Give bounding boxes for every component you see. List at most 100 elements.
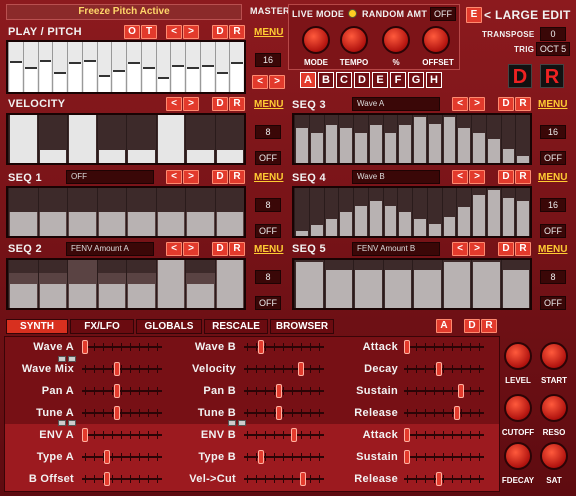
seq1-steps[interactable]: 8 (255, 198, 281, 212)
seq3-prev-button[interactable]: < (452, 97, 468, 111)
slider-handle[interactable] (114, 384, 121, 398)
step-cell[interactable] (353, 260, 383, 308)
step-cell[interactable] (367, 188, 383, 236)
step-cell[interactable] (308, 115, 324, 163)
step-cell[interactable] (37, 260, 67, 308)
synth-param-slider[interactable] (404, 340, 484, 354)
slider-handle[interactable] (276, 406, 283, 420)
wave-a-plus-icon[interactable] (68, 356, 76, 362)
step-cell[interactable] (485, 188, 501, 236)
slider-handle[interactable] (103, 472, 110, 486)
random-amt-value[interactable]: OFF (430, 7, 456, 21)
synth-a-button[interactable]: A (436, 319, 452, 333)
step-cell[interactable] (412, 260, 442, 308)
step-cell[interactable] (500, 260, 531, 308)
seq3-target[interactable]: Wave A (352, 97, 440, 111)
step-cell[interactable] (155, 260, 185, 308)
slider-handle[interactable] (404, 340, 410, 354)
step-cell[interactable] (382, 115, 398, 163)
seq4-menu[interactable]: MENU (538, 172, 567, 183)
synth-param-slider[interactable] (82, 406, 162, 420)
large-r-button[interactable]: R (540, 64, 564, 88)
seq5-target[interactable]: FENV Amount B (352, 242, 440, 256)
slider-handle[interactable] (298, 362, 304, 376)
slider-handle[interactable] (258, 450, 265, 464)
step-cell[interactable] (353, 115, 368, 163)
pitch-step[interactable] (199, 42, 215, 92)
seq5-r-button[interactable]: R (515, 242, 531, 256)
step-cell[interactable] (214, 115, 245, 163)
step-cell[interactable] (485, 115, 501, 163)
slider-handle[interactable] (114, 362, 121, 376)
step-cell[interactable] (515, 115, 530, 163)
slider-handle[interactable] (290, 428, 297, 442)
step-cell[interactable] (67, 115, 97, 163)
seq5-grid[interactable] (292, 258, 532, 310)
slider-handle[interactable] (103, 450, 110, 464)
pitch-d-button[interactable]: D (212, 25, 228, 39)
seq5-menu[interactable]: MENU (538, 244, 567, 255)
step-cell[interactable] (294, 260, 324, 308)
seq2-prev-button[interactable]: < (166, 242, 182, 256)
seq4-steps[interactable]: 16 (540, 198, 566, 212)
step-cell[interactable] (37, 188, 67, 236)
pitch-step[interactable] (140, 42, 156, 92)
cutoff-knob[interactable] (504, 394, 532, 422)
seq1-d-button[interactable]: D (212, 170, 228, 184)
synth-param-slider[interactable] (244, 472, 324, 486)
synth-param-slider[interactable] (244, 450, 324, 464)
pitch-step[interactable] (96, 42, 112, 92)
seq4-prev-button[interactable]: < (452, 170, 468, 184)
pitch-step[interactable] (170, 42, 185, 92)
tab-rescale[interactable]: RESCALE (204, 319, 268, 334)
seq5-next-button[interactable]: > (469, 242, 485, 256)
transpose-value[interactable]: 0 (540, 27, 566, 41)
seq-select-b[interactable]: B (318, 72, 334, 88)
seq2-next-button[interactable]: > (183, 242, 199, 256)
step-cell[interactable] (323, 188, 339, 236)
step-cell[interactable] (96, 188, 126, 236)
seq3-next-button[interactable]: > (469, 97, 485, 111)
slider-handle[interactable] (436, 472, 443, 486)
velocity-d-button[interactable]: D (212, 97, 228, 111)
step-cell[interactable] (155, 115, 186, 163)
synth-d-button[interactable]: D (464, 319, 480, 333)
pitch-steps[interactable]: 16 (255, 53, 281, 67)
pitch-r-button[interactable]: R (229, 25, 245, 39)
step-cell[interactable] (294, 188, 309, 236)
synth-param-slider[interactable] (244, 406, 324, 420)
tempo-knob[interactable] (340, 26, 368, 54)
pitch-prev-button[interactable]: < (166, 25, 182, 39)
slider-handle[interactable] (436, 362, 443, 376)
step-cell[interactable] (323, 115, 339, 163)
pitch-step[interactable] (81, 42, 97, 92)
step-cell[interactable] (500, 188, 516, 236)
step-cell[interactable] (338, 188, 353, 236)
seq4-next-button[interactable]: > (469, 170, 485, 184)
percent-knob[interactable] (382, 26, 410, 54)
slider-handle[interactable] (114, 406, 121, 420)
tune-b-plus-icon[interactable] (238, 420, 246, 426)
step-cell[interactable] (515, 188, 530, 236)
pitch-step[interactable] (67, 42, 82, 92)
step-cell[interactable] (155, 188, 185, 236)
slider-handle[interactable] (404, 450, 410, 464)
step-cell[interactable] (471, 260, 501, 308)
seq5-prev-button[interactable]: < (452, 242, 468, 256)
pitch-step[interactable] (22, 42, 38, 92)
large-edit-e-button[interactable]: E (466, 7, 482, 23)
pitch-shift-left[interactable]: < (252, 75, 268, 89)
tune-a-plus-icon[interactable] (68, 420, 76, 426)
step-cell[interactable] (441, 260, 472, 308)
seq3-r-button[interactable]: R (515, 97, 531, 111)
step-cell[interactable] (126, 115, 156, 163)
seq4-grid[interactable] (292, 186, 532, 238)
synth-param-slider[interactable] (82, 362, 162, 376)
synth-param-slider[interactable] (82, 472, 162, 486)
slider-handle[interactable] (404, 428, 410, 442)
pitch-step[interactable] (8, 42, 23, 92)
tab-browser[interactable]: BROWSER (270, 319, 334, 334)
velocity-off[interactable]: OFF (255, 151, 281, 165)
synth-param-slider[interactable] (244, 384, 324, 398)
pitch-step[interactable] (52, 42, 67, 92)
